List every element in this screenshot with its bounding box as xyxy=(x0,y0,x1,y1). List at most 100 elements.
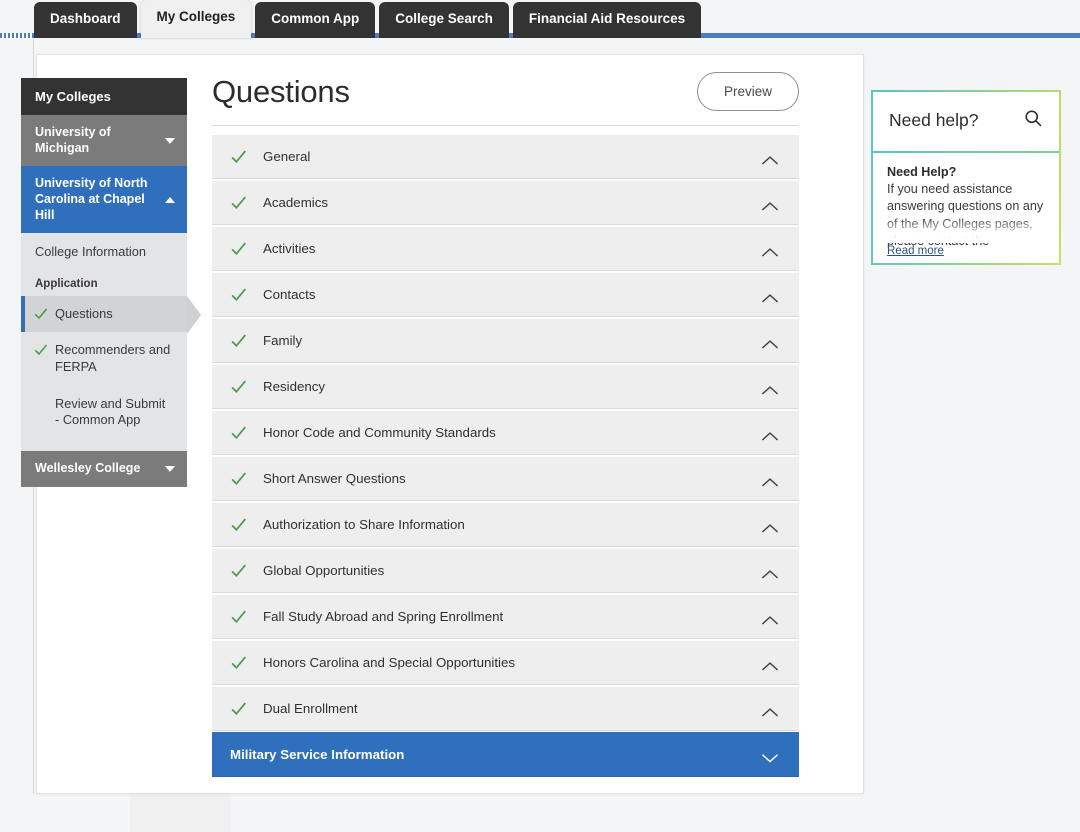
sidebar-item-label: Review and Submit - Common App xyxy=(55,395,166,428)
check-icon xyxy=(230,332,247,349)
help-body-title: Need Help? xyxy=(887,165,957,179)
question-section-row[interactable]: Residency xyxy=(212,364,799,409)
check-icon xyxy=(230,562,247,579)
tab-dashboard[interactable]: Dashboard xyxy=(34,2,137,38)
question-section-row[interactable]: Military Service Information xyxy=(212,732,799,777)
question-section-row[interactable]: Dual Enrollment xyxy=(212,686,799,731)
chevron-up-icon[interactable] xyxy=(761,290,779,302)
sidebar-group-application: Application xyxy=(21,271,187,296)
sidebar-college-university-of-michigan[interactable]: University of Michigan xyxy=(21,115,187,167)
question-section-list: General Academics Activities Contacts Family… xyxy=(212,134,799,778)
tab-my-colleges[interactable]: My Colleges xyxy=(140,0,252,38)
page-title: Questions xyxy=(212,73,350,109)
current-item-pointer xyxy=(187,295,201,334)
sidebar-item-review-and-submit[interactable]: Review and Submit - Common App xyxy=(21,385,187,439)
question-section-row[interactable]: Academics xyxy=(212,180,799,225)
question-section-label: Academics xyxy=(263,195,329,210)
top-tab-strip: Dashboard My Colleges Common App College… xyxy=(0,0,1080,38)
content-header: Questions Preview xyxy=(212,72,799,125)
tab-college-search[interactable]: College Search xyxy=(379,2,509,38)
question-section-label: Fall Study Abroad and Spring Enrollment xyxy=(263,609,504,624)
preview-button[interactable]: Preview xyxy=(696,72,799,111)
sidebar-item-recommenders-and-ferpa[interactable]: Recommenders and FERPA xyxy=(21,332,187,386)
check-icon xyxy=(230,240,247,257)
question-section-row[interactable]: Global Opportunities xyxy=(212,548,799,593)
question-section-row[interactable]: Contacts xyxy=(212,272,799,317)
question-section-label: Honors Carolina and Special Opportunitie… xyxy=(263,655,516,670)
question-section-label: Family xyxy=(263,333,303,348)
sidebar-college-label: University of Michigan xyxy=(35,125,111,155)
question-section-label: Honor Code and Community Standards xyxy=(263,425,496,440)
tab-label: Financial Aid Resources xyxy=(528,11,686,27)
sidebar-spacer xyxy=(21,438,187,451)
check-icon xyxy=(230,286,247,303)
check-icon xyxy=(230,424,247,441)
check-icon xyxy=(230,516,247,533)
sidebar-header: My Colleges xyxy=(21,78,187,115)
chevron-up-icon[interactable] xyxy=(761,704,779,716)
question-section-row[interactable]: Short Answer Questions xyxy=(212,456,799,501)
sidebar-college-wellesley-college[interactable]: Wellesley College xyxy=(21,450,187,487)
my-colleges-sidebar: My Colleges University of Michigan Unive… xyxy=(21,78,201,487)
chevron-up-icon[interactable] xyxy=(761,566,779,578)
read-more-link[interactable]: Read more xyxy=(887,245,944,257)
tab-label: Dashboard xyxy=(50,11,121,27)
tab-label: College Search xyxy=(395,11,493,27)
question-section-row[interactable]: Honors Carolina and Special Opportunitie… xyxy=(212,640,799,685)
question-section-row[interactable]: Family xyxy=(212,318,799,363)
tab-financial-aid-resources[interactable]: Financial Aid Resources xyxy=(512,2,702,38)
chevron-up-icon[interactable] xyxy=(761,612,779,624)
question-section-row[interactable]: General xyxy=(212,134,799,179)
chevron-up-icon[interactable] xyxy=(761,428,779,440)
check-icon xyxy=(33,306,48,321)
tab-list: Dashboard My Colleges Common App College… xyxy=(34,0,702,38)
chevron-up-icon[interactable] xyxy=(761,152,779,164)
sidebar-header-label: My Colleges xyxy=(35,89,111,104)
chevron-up-icon[interactable] xyxy=(761,658,779,670)
search-icon[interactable] xyxy=(1023,108,1043,133)
check-icon xyxy=(230,378,247,395)
chevron-down-icon[interactable] xyxy=(761,750,779,763)
tab-common-app[interactable]: Common App xyxy=(255,2,376,38)
question-section-row[interactable]: Authorization to Share Information xyxy=(212,502,799,547)
chevron-up-icon[interactable] xyxy=(761,198,779,210)
question-section-label: Dual Enrollment xyxy=(263,701,358,716)
check-icon xyxy=(230,148,247,165)
tab-label: Common App xyxy=(271,11,360,27)
sidebar-item-label: Questions xyxy=(55,305,113,321)
chevron-up-icon[interactable] xyxy=(761,244,779,256)
chevron-up-icon xyxy=(165,196,175,203)
header-divider xyxy=(212,125,799,126)
sidebar-college-label: University of North Carolina at Chapel H… xyxy=(35,176,148,222)
question-section-row[interactable]: Honor Code and Community Standards xyxy=(212,410,799,455)
chevron-up-icon[interactable] xyxy=(761,520,779,532)
chevron-down-icon xyxy=(165,465,175,472)
question-section-row[interactable]: Fall Study Abroad and Spring Enrollment xyxy=(212,594,799,639)
questions-content: Questions Preview General Academics Activi… xyxy=(212,72,799,778)
chevron-down-icon xyxy=(165,137,175,144)
need-help-header[interactable]: Need help? xyxy=(873,92,1059,151)
check-icon xyxy=(33,342,48,357)
question-section-label: Military Service Information xyxy=(230,747,405,762)
sidebar-item-college-information[interactable]: College Information xyxy=(21,233,187,272)
page-body: My Colleges University of Michigan Unive… xyxy=(0,38,1080,832)
sidebar-item-label: College Information xyxy=(35,244,146,260)
check-icon xyxy=(230,654,247,671)
help-body-text: If you need assistance answering questio… xyxy=(887,182,1044,249)
check-icon xyxy=(230,700,247,717)
chevron-up-icon[interactable] xyxy=(761,382,779,394)
question-section-label: General xyxy=(263,149,311,164)
question-section-label: Residency xyxy=(263,379,326,394)
question-section-row[interactable]: Activities xyxy=(212,226,799,271)
check-icon xyxy=(230,608,247,625)
sidebar-item-questions[interactable]: Questions xyxy=(21,295,201,334)
question-section-label: Global Opportunities xyxy=(263,563,385,578)
sidebar-college-unc-chapel-hill[interactable]: University of North Carolina at Chapel H… xyxy=(21,166,187,234)
chevron-up-icon[interactable] xyxy=(761,474,779,486)
chevron-up-icon[interactable] xyxy=(761,336,779,348)
need-help-title: Need help? xyxy=(889,110,979,130)
sidebar-college-label: Wellesley College xyxy=(35,460,141,475)
sidebar-group-label: Application xyxy=(35,277,98,290)
question-section-label: Authorization to Share Information xyxy=(263,517,465,532)
tab-label: My Colleges xyxy=(156,9,236,25)
